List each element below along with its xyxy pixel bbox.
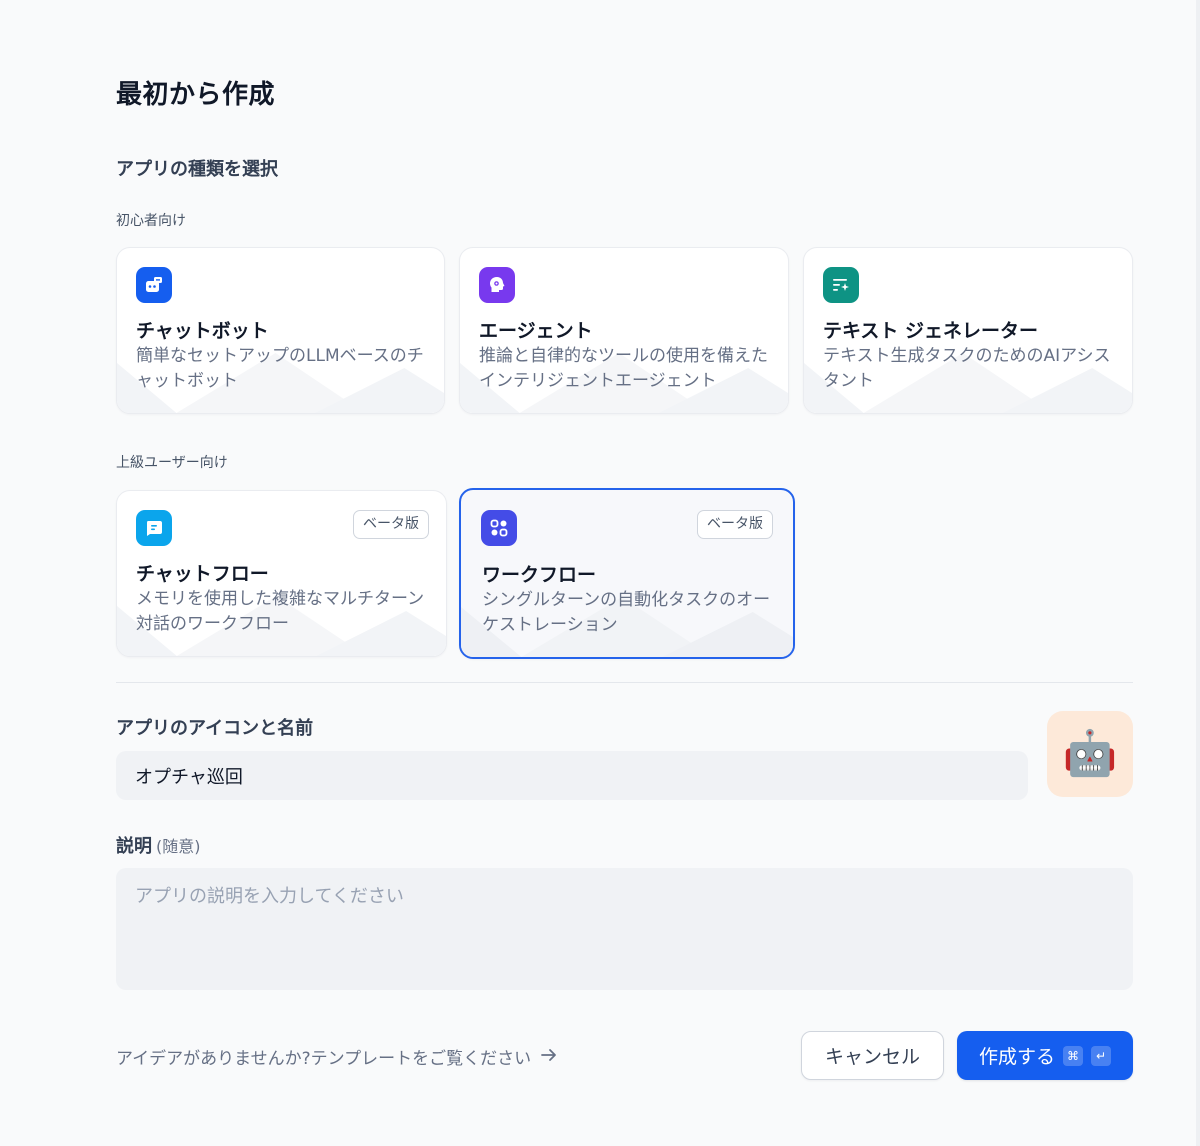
chatflow-icon [136,510,172,546]
create-app-dialog: 最初から作成 アプリの種類を選択 初心者向け チャットボット 簡単なセットアップ… [0,0,1200,1146]
chatbot-icon [136,267,172,303]
section-divider [116,682,1133,683]
command-key-icon: ⌘ [1063,1045,1083,1066]
scrollbar-track [1196,0,1200,1146]
description-placeholder: アプリの説明を入力してください [135,886,404,907]
app-type-card-workflow[interactable]: ベータ版 ワークフロー シングルターンの自動化タスクのオーケストレーション [459,488,795,659]
cancel-button-label: キャンセル [824,1046,920,1068]
app-name-value: オプチャ巡回 [135,766,243,788]
create-button[interactable]: 作成する ⌘ ↵ [957,1031,1133,1080]
beginner-group-label: 初心者向け [116,213,186,229]
card-title: テキスト ジェネレーター [823,320,1039,342]
app-name-input[interactable]: オプチャ巡回 [116,751,1028,800]
description-label-text: 説明 [116,836,152,857]
agent-icon [479,267,515,303]
card-description: メモリを使用した複雑なマルチターン対話のワークフロー [136,589,425,634]
app-type-card-chatbot[interactable]: チャットボット 簡単なセットアップのLLMベースのチャットボット [116,247,445,414]
enter-key-icon: ↵ [1091,1045,1111,1066]
description-textarea[interactable]: アプリの説明を入力してください [116,868,1133,990]
beta-badge: ベータ版 [697,510,773,539]
card-title: チャットフロー [136,563,269,585]
app-name-label: アプリのアイコンと名前 [116,718,314,739]
page-title: 最初から作成 [116,80,276,110]
text-generator-icon [823,267,859,303]
robot-icon: 🤖 [1062,728,1118,779]
description-label: 説明 (随意) [116,832,201,858]
optional-marker: (随意) [156,837,201,856]
workflow-icon [481,510,517,546]
card-title: チャットボット [136,320,269,342]
app-type-heading: アプリの種類を選択 [116,159,278,180]
card-title: ワークフロー [482,564,597,586]
template-link[interactable]: アイデアがありませんか?テンプレートをご覧ください [116,1044,557,1069]
card-description: 推論と自律的なツールの使用を備えたインテリジェントエージェント [479,346,768,391]
template-link-text: アイデアがありませんか?テンプレートをご覧ください [116,1049,532,1069]
app-type-card-chatflow[interactable]: ベータ版 チャットフロー メモリを使用した複雑なマルチターン対話のワークフロー [116,490,447,657]
arrow-right-icon [541,1047,557,1067]
card-title: エージェント [479,320,593,342]
app-type-card-agent[interactable]: エージェント 推論と自律的なツールの使用を備えたインテリジェントエージェント [459,247,789,414]
card-description: シングルターンの自動化タスクのオーケストレーション [482,590,771,635]
cancel-button[interactable]: キャンセル [801,1031,944,1080]
app-icon-picker[interactable]: 🤖 [1047,711,1133,797]
card-description: テキスト生成タスクのためのAIアシスタント [823,346,1111,391]
advanced-group-label: 上級ユーザー向け [116,455,228,471]
card-description: 簡単なセットアップのLLMベースのチャットボット [136,346,424,391]
app-type-card-text-generator[interactable]: テキスト ジェネレーター テキスト生成タスクのためのAIアシスタント [803,247,1133,414]
create-button-label: 作成する [978,1046,1055,1068]
beta-badge: ベータ版 [353,510,429,539]
